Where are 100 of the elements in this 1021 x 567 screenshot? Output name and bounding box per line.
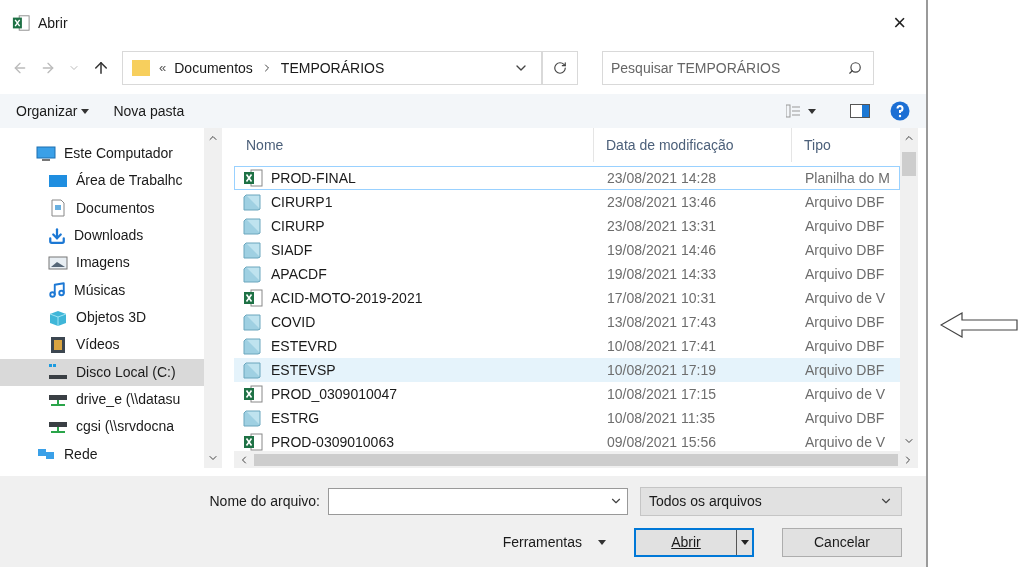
sidebar-item[interactable]: Imagens <box>0 249 204 277</box>
filename-field[interactable] <box>328 487 628 515</box>
organize-button[interactable]: Organizar <box>16 100 90 122</box>
file-icon <box>243 217 263 235</box>
file-type-dropdown[interactable]: Todos os arquivos <box>640 486 902 516</box>
sidebar-item[interactable]: Downloads <box>0 222 204 250</box>
breadcrumb-item[interactable]: TEMPORÁRIOS <box>280 57 385 79</box>
sidebar-item[interactable]: Objetos 3D <box>0 303 204 332</box>
close-button[interactable]: × <box>885 12 914 34</box>
music-note-icon <box>48 281 66 300</box>
file-name: APACDF <box>271 264 327 284</box>
file-row[interactable]: PROD-FINAL 23/08/2021 14:28 Planilha do M <box>234 166 900 190</box>
file-name: CIRURP <box>271 216 325 236</box>
file-name: ESTEVRD <box>271 336 338 356</box>
refresh-button[interactable] <box>542 51 578 85</box>
search-field[interactable]: Pesquisar TEMPORÁRIOS <box>602 51 874 85</box>
file-row[interactable]: CIRURP 23/08/2021 13:31 Arquivo DBF <box>234 214 900 238</box>
address-bar[interactable]: « Documentos TEMPORÁRIOS <box>122 51 542 85</box>
forward-icon[interactable] <box>40 60 56 76</box>
file-icon <box>243 313 263 331</box>
modified-date: 10/08/2021 17:41 <box>606 336 717 356</box>
sidebar-item[interactable]: cgsi (\\srvdocna <box>0 413 204 441</box>
file-type: Arquivo DBF <box>804 336 886 356</box>
scrollbar[interactable] <box>900 128 918 451</box>
file-icon <box>243 265 263 283</box>
file-type: Arquivo de V <box>804 384 887 404</box>
file-name: PROD-FINAL <box>271 168 356 188</box>
file-row[interactable]: PROD_0309010047 10/08/2021 17:15 Arquivo de V <box>234 382 900 406</box>
up-icon[interactable] <box>92 59 110 77</box>
drive-icon <box>48 363 68 382</box>
file-row[interactable]: SIADF 19/08/2021 14:46 Arquivo DBF <box>234 238 900 262</box>
scroll-thumb[interactable] <box>902 152 916 176</box>
sidebar-item[interactable]: Documentos <box>0 194 204 222</box>
column-header[interactable]: Nome <box>234 128 594 162</box>
file-type: Arquivo DBF <box>804 264 886 284</box>
modified-date: 19/08/2021 14:33 <box>606 264 717 284</box>
breadcrumb-item[interactable]: Documentos <box>174 57 253 79</box>
scroll-thumb[interactable] <box>254 453 898 466</box>
file-type: Arquivo DBF <box>804 216 886 236</box>
file-name: COVID <box>271 312 316 332</box>
modified-date: 19/08/2021 14:46 <box>606 240 717 260</box>
column-header[interactable]: Data de modificação <box>594 128 792 162</box>
back-icon[interactable] <box>12 60 28 76</box>
column-header[interactable]: Tipo <box>792 128 900 162</box>
modified-date: 17/08/2021 10:31 <box>606 288 717 308</box>
file-icon <box>243 361 263 379</box>
file-row[interactable]: ACID-MOTO-2019-2021 17/08/2021 10:31 Arquivo de V <box>234 286 900 310</box>
modified-date: 23/08/2021 13:46 <box>606 192 717 212</box>
filename-label: Nome do arquivo: <box>209 491 320 511</box>
sidebar-item[interactable]: Vídeos <box>0 331 204 359</box>
sidebar-item[interactable]: Rede <box>0 440 204 468</box>
file-row[interactable]: CIRURP1 23/08/2021 13:46 Arquivo DBF <box>234 190 900 214</box>
modified-date: 10/08/2021 11:35 <box>606 408 716 428</box>
file-type: Planilha do M <box>804 168 891 188</box>
monitor-icon <box>36 144 56 163</box>
modified-date: 09/08/2021 15:56 <box>606 432 717 452</box>
spreadsheet-icon <box>243 289 263 307</box>
sidebar-item[interactable]: Este Computador <box>0 140 204 168</box>
file-type: Arquivo de V <box>804 432 887 452</box>
sidebar-item[interactable]: Disco Local (C:) <box>0 358 204 386</box>
sidebar-item[interactable]: Músicas <box>0 276 204 304</box>
file-row[interactable]: PROD-0309010063 09/08/2021 15:56 Arquivo de V <box>234 430 900 454</box>
refresh-icon <box>553 61 567 75</box>
file-row[interactable]: APACDF 19/08/2021 14:33 Arquivo DBF <box>234 262 900 286</box>
sidebar-item[interactable]: drive_e (\\datasu <box>0 385 204 414</box>
modified-date: 13/08/2021 17:43 <box>606 312 717 332</box>
open-button[interactable]: Abrir <box>634 527 754 557</box>
spreadsheet-icon <box>243 169 263 187</box>
scrollbar[interactable] <box>204 128 222 468</box>
folder-icon <box>131 58 151 78</box>
sidebar-item[interactable]: Área de Trabalhc <box>0 167 204 195</box>
file-icon <box>243 241 263 259</box>
search-icon <box>848 61 862 75</box>
desktop-icon <box>48 172 68 190</box>
file-name: ACID-MOTO-2019-2021 <box>271 288 423 308</box>
file-row[interactable]: ESTEVRD 10/08/2021 17:41 Arquivo DBF <box>234 334 900 358</box>
file-name: PROD-0309010063 <box>271 432 394 452</box>
modified-date: 10/08/2021 17:15 <box>606 384 717 404</box>
file-row[interactable]: ESTRG 10/08/2021 11:35 Arquivo DBF <box>234 406 900 430</box>
preview-pane-icon[interactable] <box>850 104 870 118</box>
modified-date: 23/08/2021 14:28 <box>606 168 717 188</box>
file-row[interactable]: ESTEVSP 10/08/2021 17:19 Arquivo DBF <box>234 358 900 382</box>
cancel-button[interactable]: Cancelar <box>782 527 902 557</box>
view-options-icon[interactable] <box>786 104 818 118</box>
breadcrumb-overflow[interactable]: « <box>159 58 167 78</box>
file-type: Arquivo DBF <box>804 408 886 428</box>
pointing-arrow-icon <box>940 311 1018 338</box>
download-icon <box>48 226 66 245</box>
modified-date: 23/08/2021 13:31 <box>606 216 717 236</box>
file-row[interactable]: COVID 13/08/2021 17:43 Arquivo DBF <box>234 310 900 334</box>
file-type: Arquivo DBF <box>804 312 886 332</box>
scrollbar[interactable] <box>234 451 918 468</box>
tools-button[interactable]: Ferramentas <box>502 531 606 553</box>
new-folder-button[interactable]: Nova pasta <box>113 100 185 122</box>
file-name: CIRURP1 <box>271 192 333 212</box>
cube-icon <box>48 308 68 327</box>
help-icon[interactable] <box>890 101 910 121</box>
film-icon <box>48 335 68 354</box>
picture-icon <box>48 253 68 272</box>
window-title: Abrir <box>38 13 68 33</box>
